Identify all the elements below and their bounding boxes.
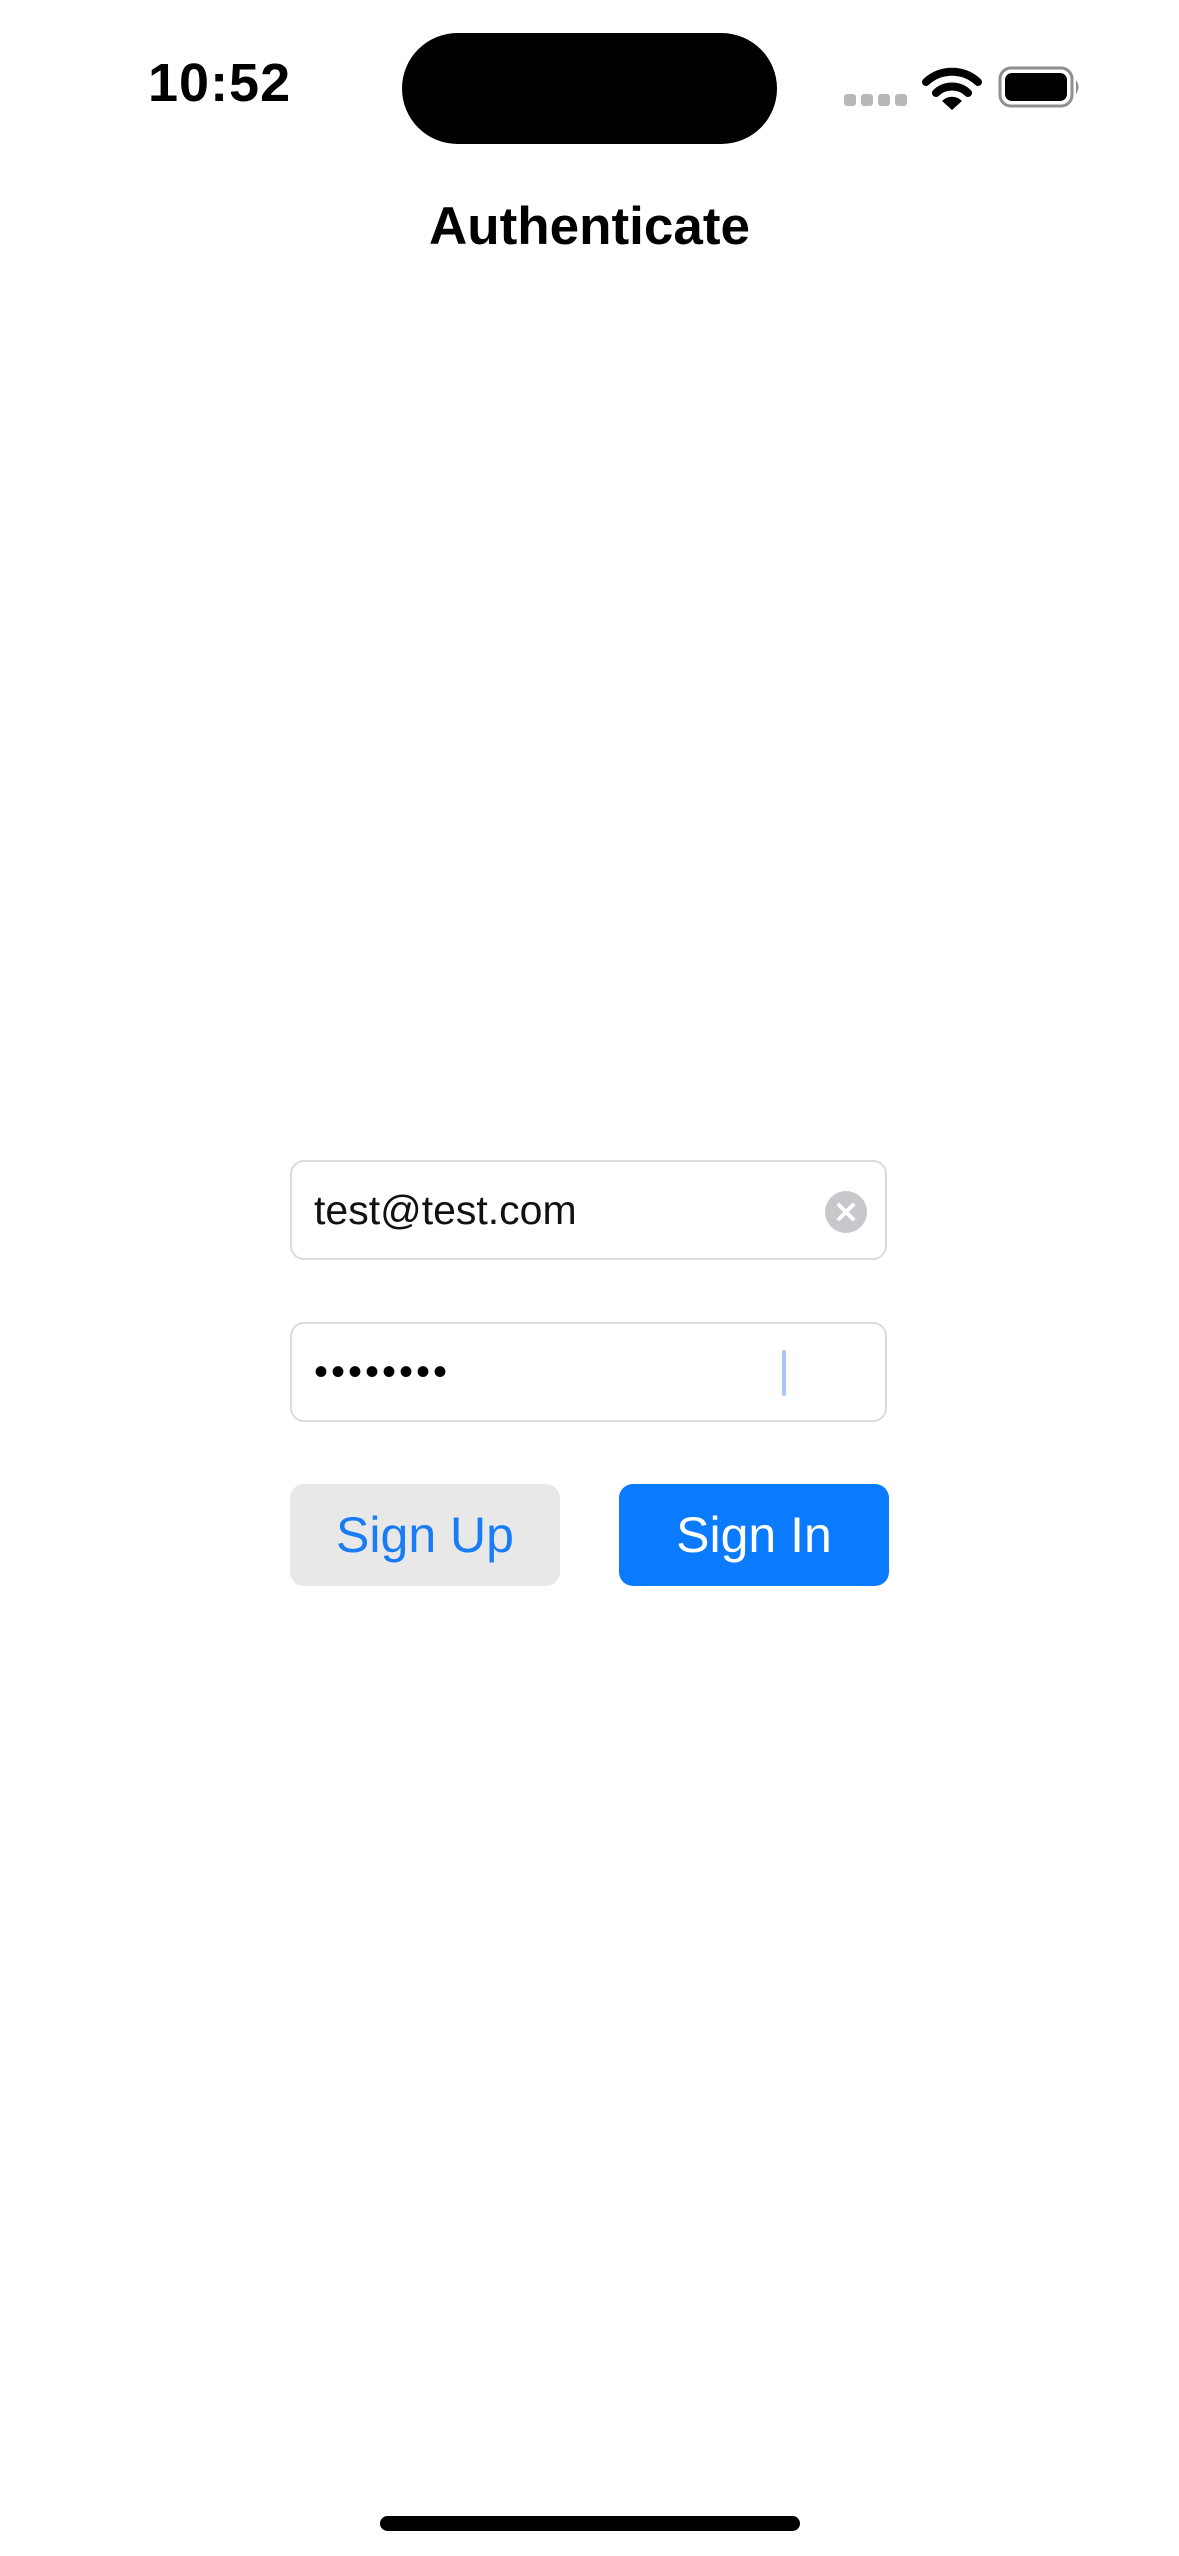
battery-icon [998, 66, 1082, 108]
clear-text-icon[interactable] [825, 1191, 867, 1233]
password-field-value[interactable]: •••••••• [314, 1324, 450, 1420]
home-indicator[interactable] [380, 2516, 800, 2531]
status-bar: 10:52 [0, 0, 1179, 180]
dynamic-island [402, 33, 777, 144]
sign-in-button[interactable]: Sign In [619, 1484, 889, 1586]
password-field[interactable]: •••••••• [290, 1322, 887, 1422]
wifi-icon [922, 66, 982, 112]
cellular-signal-icon [844, 94, 907, 108]
text-caret [782, 1350, 786, 1396]
page-title: Authenticate [429, 197, 750, 256]
email-field[interactable]: test@test.com [290, 1160, 887, 1260]
status-time: 10:52 [148, 53, 292, 113]
sign-up-button[interactable]: Sign Up [290, 1484, 560, 1586]
email-field-value[interactable]: test@test.com [314, 1162, 577, 1258]
